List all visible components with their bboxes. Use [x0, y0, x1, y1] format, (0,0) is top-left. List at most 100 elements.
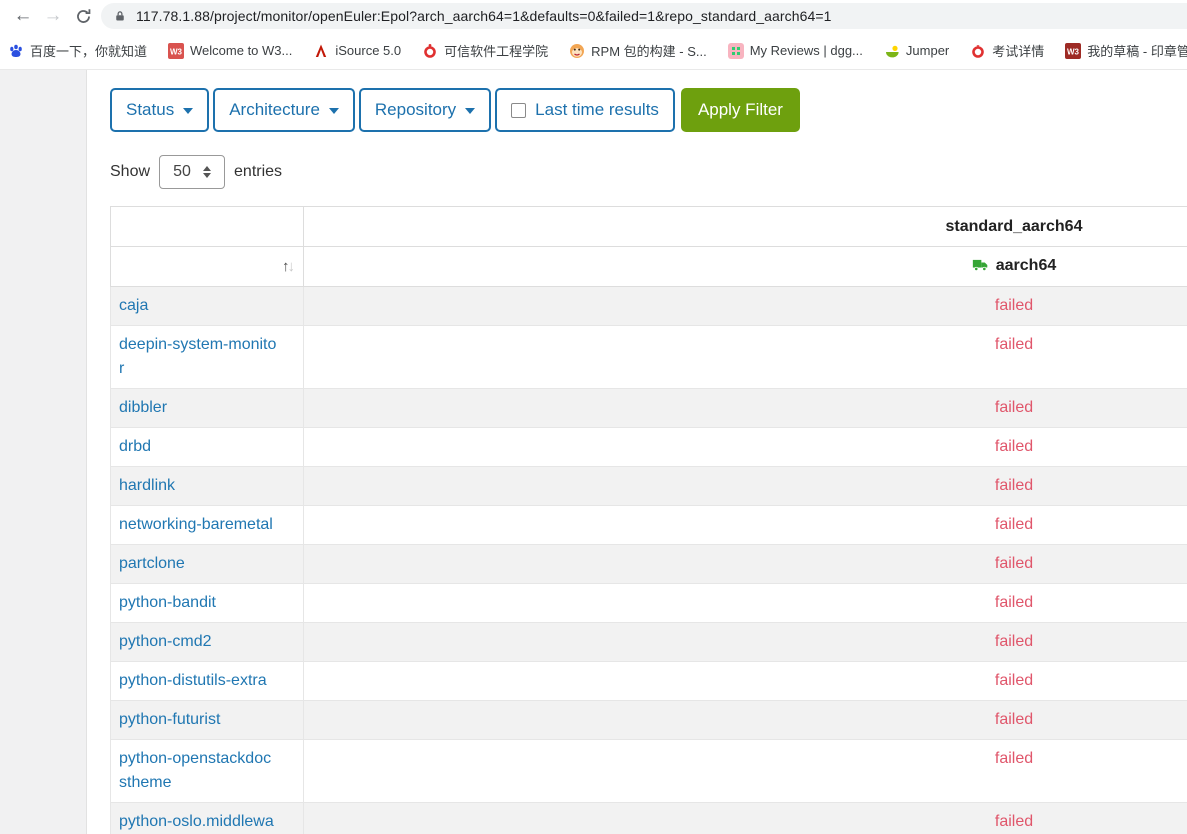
bookmark-label: Welcome to W3... [190, 43, 292, 58]
last-time-results-label: Last time results [535, 100, 659, 120]
reload-icon[interactable] [68, 8, 98, 25]
build-status-link[interactable]: failed [995, 813, 1033, 830]
repository-filter-dropdown[interactable]: Repository [359, 88, 491, 132]
package-cell: caja [111, 287, 304, 326]
monitor-content: Status Architecture Repository Last time… [110, 70, 1187, 834]
build-status-link[interactable]: failed [995, 555, 1033, 572]
status-cell: failed [304, 623, 1187, 662]
address-bar[interactable]: 117.78.1.88/project/monitor/openEuler:Ep… [101, 3, 1187, 29]
package-link[interactable]: dibbler [119, 396, 167, 420]
package-cell: python-cmd2 [111, 623, 304, 662]
bookmark-item[interactable]: My Reviews | dgg... [728, 43, 863, 59]
sort-icon[interactable]: ↑↓ [282, 258, 295, 275]
package-link[interactable]: python-bandit [119, 591, 216, 615]
jumper-icon [884, 43, 900, 59]
build-status-link[interactable]: failed [995, 477, 1033, 494]
package-link[interactable]: python-oslo.middleware [119, 810, 279, 834]
package-link[interactable]: hardlink [119, 474, 175, 498]
package-link[interactable]: python-distutils-extra [119, 669, 267, 693]
baidu-icon [8, 43, 24, 59]
entries-per-page-select[interactable]: 50 [159, 155, 225, 189]
status-cell: failed [304, 740, 1187, 803]
table-row: deepin-system-monitor failed [111, 326, 1187, 389]
bookmark-item[interactable]: RPM 包的构建 - S... [569, 41, 707, 60]
build-status-link[interactable]: failed [995, 594, 1033, 611]
monkey-icon [569, 43, 585, 59]
status-cell: failed [304, 326, 1187, 389]
package-link[interactable]: python-cmd2 [119, 630, 212, 654]
w3-icon: W3 [168, 43, 184, 59]
last-time-results-checkbox[interactable] [511, 103, 526, 118]
build-status-link[interactable]: failed [995, 336, 1033, 353]
bookmarks-bar: 百度一下，你就知道 W3 Welcome to W3... iSource 5.0 可信… [0, 32, 1187, 70]
build-status-link[interactable]: failed [995, 438, 1033, 455]
build-status-link[interactable]: failed [995, 297, 1033, 314]
package-link[interactable]: python-openstackdocstheme [119, 747, 279, 795]
status-cell: failed [304, 467, 1187, 506]
bookmark-label: My Reviews | dgg... [750, 43, 863, 58]
reviews-icon [728, 43, 744, 59]
forward-icon[interactable]: → [38, 5, 68, 27]
repo-header: standard_aarch64 [304, 207, 1187, 247]
bookmark-label: RPM 包的构建 - S... [591, 41, 707, 60]
package-link[interactable]: deepin-system-monitor [119, 333, 279, 381]
bookmark-item[interactable]: iSource 5.0 [313, 43, 401, 59]
architecture-filter-dropdown[interactable]: Architecture [213, 88, 355, 132]
chevron-down-icon [465, 108, 475, 114]
status-cell: failed [304, 428, 1187, 467]
bookmark-item[interactable]: 考试详情 [970, 41, 1044, 60]
status-cell: failed [304, 803, 1187, 834]
status-cell: failed [304, 662, 1187, 701]
arch-header-row: ↑↓ aarch64 [111, 247, 1187, 287]
package-link[interactable]: caja [119, 294, 148, 318]
page-body: Status Architecture Repository Last time… [0, 70, 1187, 834]
build-status-link[interactable]: failed [995, 750, 1033, 767]
bookmark-label: 可信软件工程学院 [444, 41, 548, 60]
status-filter-dropdown[interactable]: Status [110, 88, 209, 132]
bookmark-item[interactable]: W3 Welcome to W3... [168, 43, 292, 59]
empty-header-cell [111, 207, 304, 247]
arch-header-cell: aarch64 [304, 247, 1187, 287]
status-cell: failed [304, 506, 1187, 545]
status-cell: failed [304, 287, 1187, 326]
package-sort-header: ↑↓ [111, 247, 304, 287]
repository-filter-label: Repository [375, 100, 456, 120]
last-time-results-toggle[interactable]: Last time results [495, 88, 675, 132]
package-cell: networking-baremetal [111, 506, 304, 545]
filter-toolbar: Status Architecture Repository Last time… [110, 88, 1187, 132]
bookmark-label: iSource 5.0 [335, 43, 401, 58]
isource-icon [313, 43, 329, 59]
apply-filter-button[interactable]: Apply Filter [681, 88, 800, 132]
build-status-link[interactable]: failed [995, 633, 1033, 650]
table-row: hardlink failed [111, 467, 1187, 506]
build-status-link[interactable]: failed [995, 516, 1033, 533]
back-icon[interactable]: ← [8, 5, 38, 27]
table-row: python-oslo.middleware failed [111, 803, 1187, 834]
bookmark-item[interactable]: 百度一下，你就知道 [8, 41, 147, 60]
build-status-link[interactable]: failed [995, 672, 1033, 689]
package-link[interactable]: python-futurist [119, 708, 220, 732]
bookmark-label: 考试详情 [992, 41, 1044, 60]
left-gutter [0, 70, 87, 834]
bookmark-item[interactable]: W3我的草稿 - 印章管... [1065, 41, 1187, 60]
table-row: networking-baremetal failed [111, 506, 1187, 545]
table-row: python-cmd2 failed [111, 623, 1187, 662]
architecture-filter-label: Architecture [229, 100, 320, 120]
build-status-table: standard_aarch64 ↑↓ aarch64 caja failed [110, 206, 1187, 834]
build-status-link[interactable]: failed [995, 711, 1033, 728]
entries-label: entries [234, 163, 282, 181]
status-cell: failed [304, 701, 1187, 740]
repo-header-row: standard_aarch64 [111, 207, 1187, 247]
build-status-link[interactable]: failed [995, 399, 1033, 416]
select-stepper-icon [203, 166, 211, 178]
package-link[interactable]: networking-baremetal [119, 513, 273, 537]
package-cell: drbd [111, 428, 304, 467]
svg-text:W3: W3 [170, 47, 183, 56]
url-text: 117.78.1.88/project/monitor/openEuler:Ep… [136, 8, 832, 24]
package-link[interactable]: drbd [119, 435, 151, 459]
bookmark-item[interactable]: 可信软件工程学院 [422, 41, 548, 60]
lock-icon [114, 10, 126, 22]
monitor-table-wrap: standard_aarch64 ↑↓ aarch64 caja failed [110, 206, 1187, 834]
package-link[interactable]: partclone [119, 552, 185, 576]
bookmark-item[interactable]: Jumper [884, 43, 949, 59]
